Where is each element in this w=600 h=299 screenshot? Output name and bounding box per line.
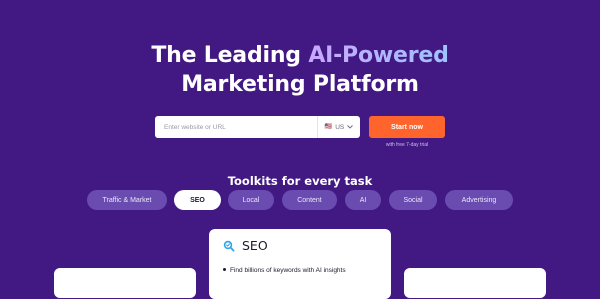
tab-traffic-market[interactable]: Traffic & Market <box>87 190 167 210</box>
toolkit-card-next[interactable] <box>404 268 546 298</box>
toolkits-heading: Toolkits for every task <box>227 173 373 188</box>
tab-local[interactable]: Local <box>228 190 274 210</box>
tab-social[interactable]: Social <box>389 190 437 210</box>
hero-title-line-2: Marketing Platform <box>181 71 419 97</box>
seo-toolkit-icon <box>223 240 235 252</box>
domain-search-form: 🇺🇸 US <box>155 116 360 138</box>
country-select[interactable]: 🇺🇸 US <box>317 116 360 138</box>
start-now-button[interactable]: Start now <box>369 116 445 138</box>
hero-title-text: The Leading <box>151 42 309 68</box>
hero-title: The Leading AI-Powered Marketing Platfor… <box>0 41 600 99</box>
hero-title-line-1: The Leading AI-Powered <box>0 41 600 70</box>
tab-content[interactable]: Content <box>282 190 337 210</box>
seo-toolkit-card[interactable]: SEO Find billions of keywords with AI in… <box>209 229 391 299</box>
chevron-down-icon <box>347 125 354 129</box>
card-title: SEO <box>242 238 268 253</box>
free-trial-note: with free 7-day trial <box>385 142 429 148</box>
tab-seo[interactable]: SEO <box>174 190 221 210</box>
card-bullet-text: Find billions of keywords with AI insigh… <box>230 267 346 274</box>
tab-ai[interactable]: AI <box>345 190 381 210</box>
country-code: US <box>335 123 345 131</box>
us-flag-icon: 🇺🇸 <box>324 124 333 130</box>
card-bullet-item: Find billions of keywords with AI insigh… <box>223 267 346 274</box>
bullet-dot-icon <box>223 267 226 271</box>
website-url-input[interactable] <box>155 116 317 138</box>
tab-advertising[interactable]: Advertising <box>445 190 513 210</box>
toolkit-card-previous[interactable] <box>54 268 196 298</box>
hero-title-accent: AI-Powered <box>308 42 449 68</box>
